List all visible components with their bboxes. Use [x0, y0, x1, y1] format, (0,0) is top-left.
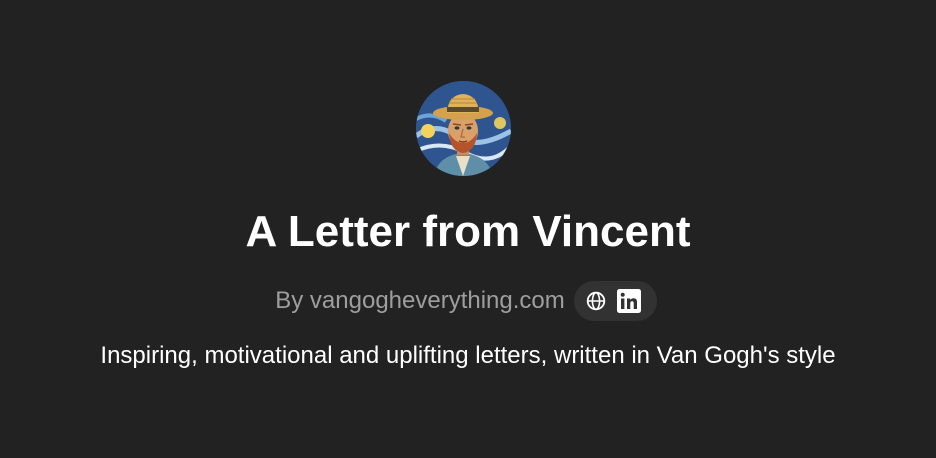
page-title: A Letter from Vincent	[245, 207, 691, 256]
globe-icon[interactable]	[584, 289, 608, 313]
avatar	[416, 81, 511, 176]
linkedin-icon[interactable]	[616, 289, 641, 313]
gpt-description: Inspiring, motivational and uplifting le…	[100, 342, 836, 369]
van-gogh-portrait-icon	[416, 81, 511, 176]
author-row: By vangogheverything.com	[0, 281, 936, 321]
gpt-header-card: A Letter from Vincent By vangogheverythi…	[0, 0, 936, 458]
social-links-pill	[573, 281, 657, 321]
author-byline: By vangogheverything.com	[275, 287, 565, 314]
